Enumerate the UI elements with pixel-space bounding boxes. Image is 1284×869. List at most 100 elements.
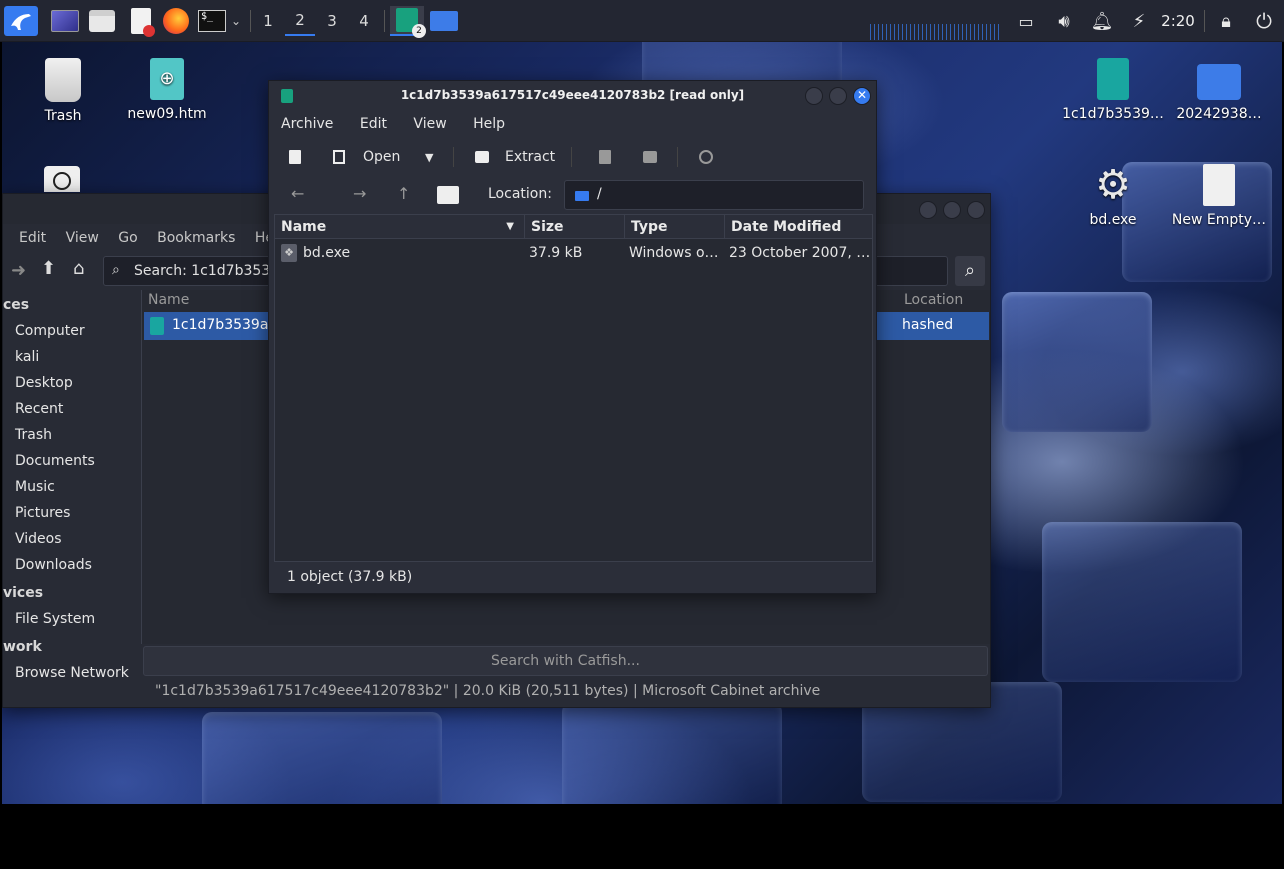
add-files-button[interactable] [599,141,611,173]
workspace-3[interactable]: 3 [317,6,347,36]
logout-icon[interactable]: ⏻ [1250,6,1278,36]
sidebar: ces Computer kali Desktop Recent Trash D… [3,292,141,702]
menu-archive[interactable]: Archive [281,116,333,132]
notification-bell-icon[interactable]: 🔔︎ [1086,6,1118,36]
firefox-icon[interactable] [160,6,192,36]
text-editor-launcher-icon[interactable] [126,6,156,37]
sidebar-item-desktop[interactable]: Desktop [3,370,141,396]
sidebar-item-videos[interactable]: Videos [3,526,141,552]
column-header-size[interactable]: Size [525,215,625,239]
gear-icon: ⚙ [1095,162,1131,208]
workspace-1[interactable]: 1 [253,6,283,36]
chevron-down-icon[interactable]: ⌄ [229,6,243,36]
sidebar-item-trash[interactable]: Trash [3,422,141,448]
search-value: Search: 1c1d7b3539a [134,263,288,279]
column-header-location[interactable]: Location [904,292,963,308]
file-manager-launcher-icon[interactable] [86,6,118,36]
menu-edit[interactable]: Edit [360,116,387,132]
battery-icon[interactable]: ⚡ [1126,6,1152,36]
desktop-icon-folder[interactable]: 20242938… [1164,58,1274,122]
sidebar-item-computer[interactable]: Computer [3,318,141,344]
up-arrow-icon[interactable]: ⬆ [41,258,56,279]
minimize-button[interactable] [805,87,823,105]
workspace-2[interactable]: 2 [285,6,315,36]
catfish-search-button[interactable]: Search with Catfish... [143,646,988,676]
sidebar-item-kali[interactable]: kali [3,344,141,370]
menu-help[interactable]: Help [473,116,505,132]
open-button[interactable]: Open [333,141,400,173]
stop-button[interactable] [699,141,713,173]
row-location: hashed [902,317,954,333]
stop-icon [699,150,713,164]
clock[interactable]: 2:20 [1158,6,1198,36]
home-folder-icon[interactable] [437,186,459,204]
desktop-icon-trash[interactable]: Trash [8,58,118,124]
trash-icon [45,58,81,102]
add-folder-button[interactable] [643,141,657,173]
column-header-name[interactable]: Name ▼ [275,215,525,239]
up-arrow-icon[interactable]: ↑ [397,184,410,203]
sidebar-item-music[interactable]: Music [3,474,141,500]
add-folder-icon [643,151,657,163]
desktop-icon-new-empty[interactable]: New Empty… [1164,164,1274,228]
archive-status-bar: 1 object (37.9 kB) [287,569,413,585]
sidebar-item-filesystem[interactable]: File System [3,606,141,632]
file-manager-menubar: Edit View Go Bookmarks Help [19,230,302,246]
network-icon[interactable]: ▭ [1012,6,1040,36]
folder-icon [575,191,589,201]
taskbar-file-manager[interactable] [428,6,460,36]
add-file-icon [599,150,611,164]
column-header-name[interactable]: Name [148,292,189,308]
forward-arrow-icon[interactable]: ➜ [11,260,26,281]
desktop-icon-bdexe[interactable]: ⚙ bd.exe [1058,164,1168,228]
column-header-date[interactable]: Date Modified [725,215,874,239]
menu-view[interactable]: View [66,230,99,246]
terminal-launcher-icon[interactable]: $_ [196,6,228,36]
menu-view[interactable]: View [413,116,446,132]
sidebar-item-recent[interactable]: Recent [3,396,141,422]
archive-toolbar: Open ▼ Extract [269,141,876,173]
home-icon[interactable]: ⌂ [73,258,84,279]
sidebar-item-pictures[interactable]: Pictures [3,500,141,526]
search-button[interactable]: ⌕ [955,256,985,286]
menu-edit[interactable]: Edit [19,230,46,246]
workspace-4[interactable]: 4 [349,6,379,36]
search-icon: ⌕ [112,262,120,278]
maximize-button[interactable] [829,87,847,105]
circle-icon [53,172,71,190]
workspace-switcher-icon[interactable] [48,6,82,36]
location-input[interactable]: / [564,180,864,210]
volume-icon[interactable]: 🔊︎ [1048,6,1080,36]
wallpaper-cube [562,702,782,804]
back-arrow-icon[interactable]: ← [291,184,304,203]
sidebar-item-browse-network[interactable]: Browse Network [3,660,141,686]
top-panel: $_ ⌄ 1 2 3 4 2 ▭ 🔊︎ 🔔︎ ⚡ 2:20 🔒︎ ⏻ [0,0,1284,42]
forward-arrow-icon[interactable]: → [353,184,366,203]
column-header-type[interactable]: Type [625,215,725,239]
close-button[interactable]: ✕ [853,87,871,105]
menu-bookmarks[interactable]: Bookmarks [157,230,235,246]
sidebar-item-documents[interactable]: Documents [3,448,141,474]
menu-go[interactable]: Go [118,230,137,246]
archive-icon [1097,58,1129,100]
new-archive-button[interactable] [289,141,301,173]
open-dropdown-chevron-icon[interactable]: ▼ [425,141,433,173]
desktop-icon-label: bd.exe [1089,212,1137,228]
row-size: 37.9 kB [529,245,583,261]
desktop-icon-partial[interactable] [44,166,80,192]
maximize-button[interactable] [943,201,961,219]
archive-icon: 2 [396,8,426,38]
row-name: bd.exe [303,245,351,261]
desktop-icon-new09[interactable]: ⊕ new09.htm [112,58,222,122]
sidebar-item-downloads[interactable]: Downloads [3,552,141,578]
lock-screen-icon[interactable]: 🔒︎ [1212,6,1240,36]
taskbar-archive-manager[interactable]: 2 [390,6,426,38]
table-row[interactable]: ❖ bd.exe 37.9 kB Windows or… 23 October … [275,241,872,265]
kali-menu-button[interactable] [4,6,38,36]
minimize-button[interactable] [919,201,937,219]
column-header-name-label: Name [281,219,327,235]
desktop-icon-archive[interactable]: 1c1d7b3539… [1058,58,1168,122]
location-label: Location: [488,186,552,202]
close-button[interactable] [967,201,985,219]
extract-button[interactable]: Extract [475,141,555,173]
